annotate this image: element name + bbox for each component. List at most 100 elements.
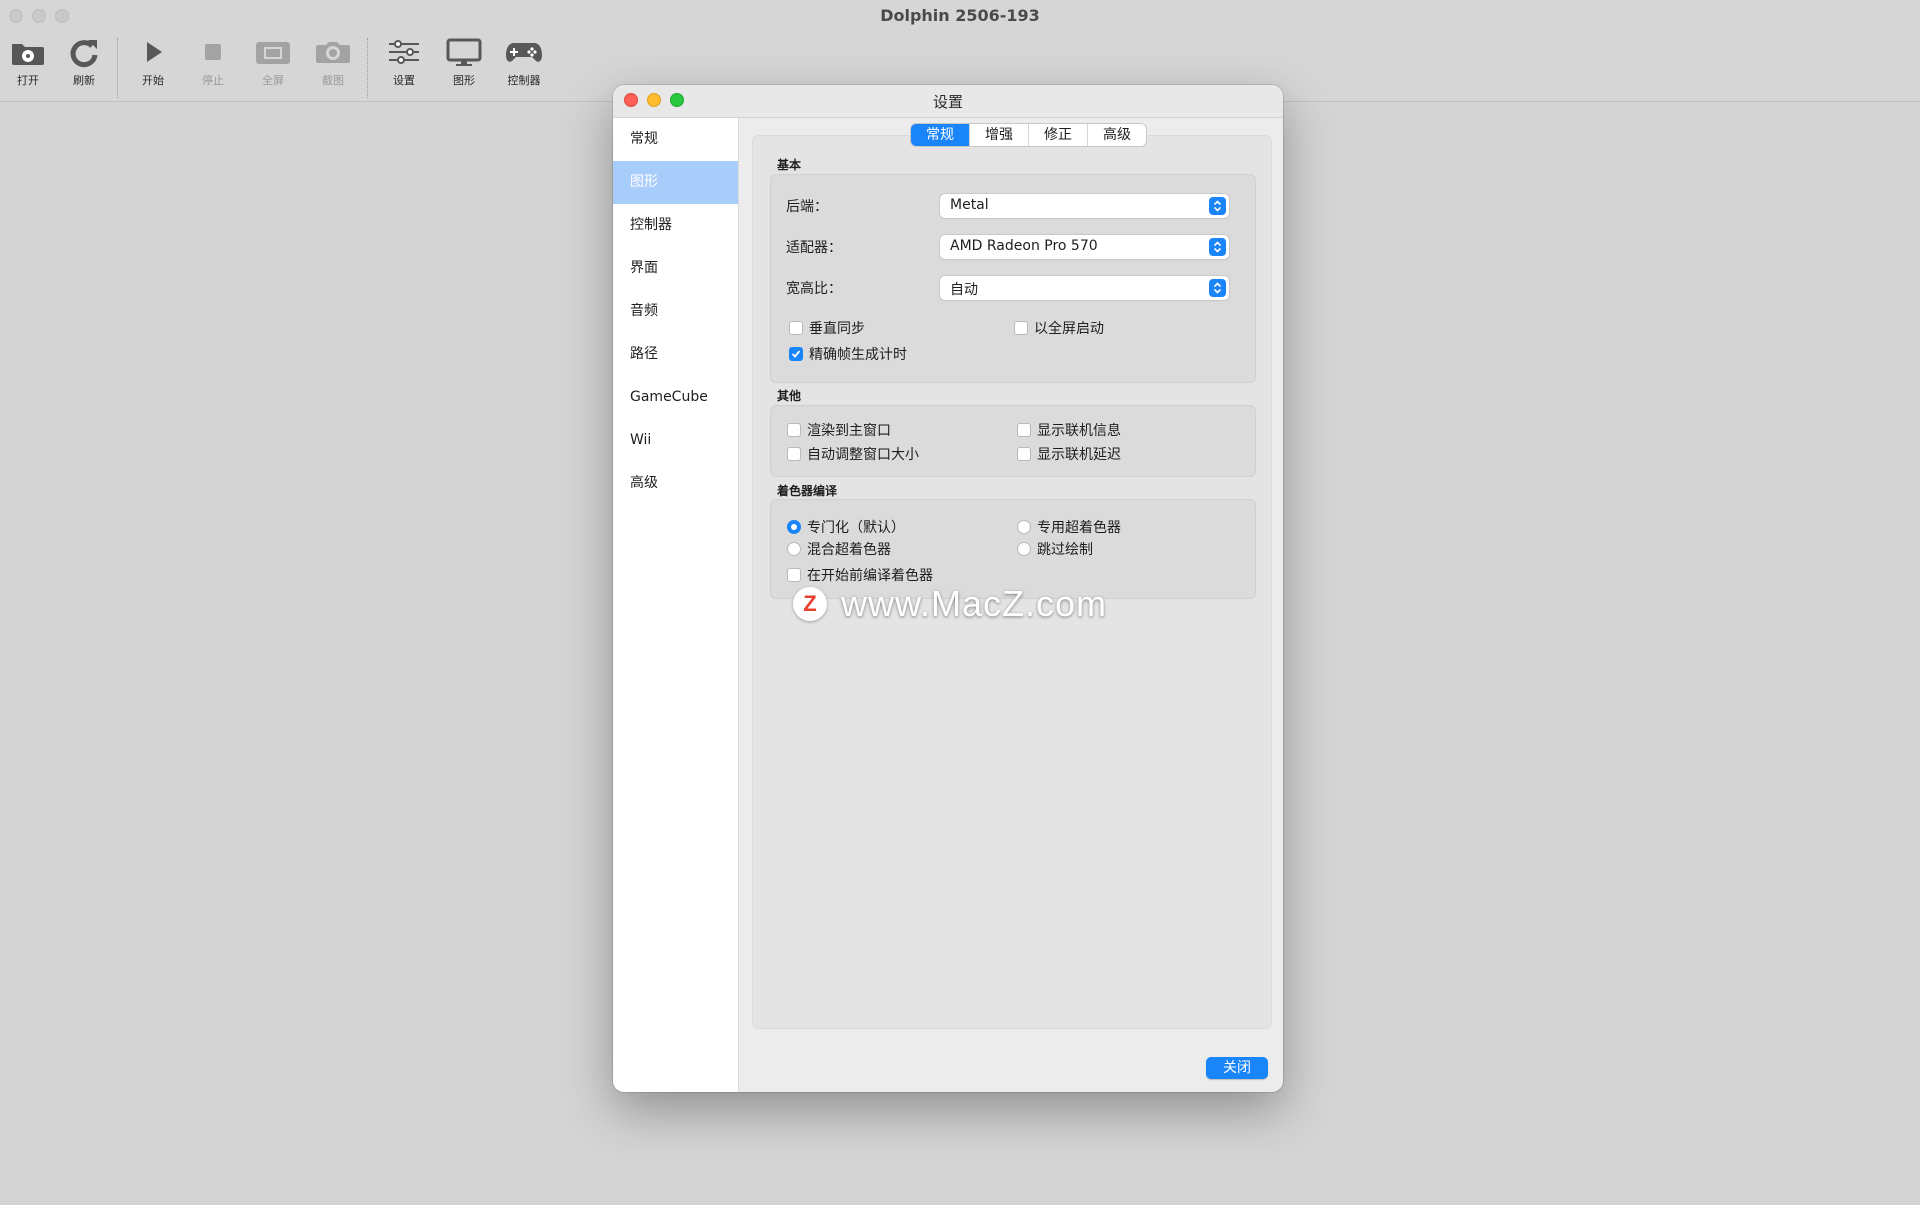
dialog-titlebar: 设置 <box>613 85 1283 118</box>
watermark-text: www.MacZ.com <box>841 583 1108 624</box>
settings-label: 设置 <box>393 74 415 87</box>
render-to-main-checkbox[interactable]: 渲染到主窗口 <box>787 420 891 440</box>
gamepad-icon <box>506 43 542 62</box>
stop-button[interactable]: 停止 <box>183 36 243 96</box>
stop-label: 停止 <box>202 74 224 87</box>
netplay-ping-label: 显示联机延迟 <box>1037 447 1121 463</box>
checkbox-box <box>1017 423 1031 437</box>
aspect-ratio-label: 宽高比： <box>786 281 842 297</box>
netplay-info-checkbox[interactable]: 显示联机信息 <box>1017 420 1121 440</box>
sidebar-item-general[interactable]: 常规 <box>613 118 738 161</box>
backend-value: Metal <box>950 197 989 213</box>
skip-drawing-radio[interactable]: 跳过绘制 <box>1017 539 1093 559</box>
start-fullscreen-label: 以全屏启动 <box>1034 321 1104 337</box>
hybrid-uber-radio[interactable]: 混合超着色器 <box>787 539 891 559</box>
checkbox-box <box>787 423 801 437</box>
exclusive-uber-radio[interactable]: 专用超着色器 <box>1017 517 1121 537</box>
hybrid-uber-label: 混合超着色器 <box>807 542 891 558</box>
backend-label: 后端： <box>786 199 828 215</box>
checkmark-icon <box>789 347 803 361</box>
aspect-ratio-value: 自动 <box>950 282 978 298</box>
fullscreen-label: 全屏 <box>262 74 284 87</box>
open-button[interactable]: 打开 <box>0 36 58 96</box>
monitor-icon <box>446 38 482 66</box>
graphics-tabs: 常规 增强 修正 高级 <box>910 123 1147 147</box>
sidebar-item-audio[interactable]: 音频 <box>613 290 738 333</box>
settings-sidebar: 常规 图形 控制器 界面 音频 路径 GameCube Wii 高级 <box>613 118 739 1092</box>
watermark-logo-icon: Z <box>793 587 827 621</box>
specialized-radio[interactable]: 专门化（默认） <box>787 517 905 537</box>
start-fullscreen-checkbox[interactable]: 以全屏启动 <box>1014 318 1104 338</box>
vsync-label: 垂直同步 <box>809 321 865 337</box>
start-label: 开始 <box>142 74 164 87</box>
tab-general[interactable]: 常规 <box>911 124 969 146</box>
checkbox-box <box>1014 321 1028 335</box>
adapter-value: AMD Radeon Pro 570 <box>950 238 1098 254</box>
screenshot-button[interactable]: 截图 <box>303 36 363 96</box>
dialog-title: 设置 <box>932 93 963 111</box>
other-group-box <box>770 405 1256 477</box>
toolbar: 打开 刷新 开始 停止 全屏 截图 设置 图形 控制器 <box>0 36 600 98</box>
checkbox-box <box>787 568 801 582</box>
radio-icon <box>787 542 801 556</box>
graphics-label: 图形 <box>453 74 475 87</box>
app-title: Dolphin 2506-193 <box>880 6 1040 25</box>
sidebar-item-wii[interactable]: Wii <box>613 419 738 462</box>
aspect-ratio-select[interactable]: 自动 <box>940 276 1229 300</box>
adapter-label: 适配器： <box>786 240 842 256</box>
radio-selected-icon <box>787 520 801 534</box>
close-button[interactable]: 关闭 <box>1206 1057 1268 1079</box>
start-button[interactable]: 开始 <box>123 36 183 96</box>
auto-resize-checkbox[interactable]: 自动调整窗口大小 <box>787 444 919 464</box>
chevron-updown-icon <box>1209 238 1226 256</box>
checkbox-box <box>1017 447 1031 461</box>
tab-advanced[interactable]: 高级 <box>1087 124 1146 146</box>
other-group-title: 其他 <box>777 389 802 403</box>
auto-resize-label: 自动调整窗口大小 <box>807 447 919 463</box>
compile-before-start-label: 在开始前编译着色器 <box>807 568 933 584</box>
open-label: 打开 <box>17 74 39 87</box>
graphics-button[interactable]: 图形 <box>434 36 494 96</box>
fullscreen-button[interactable]: 全屏 <box>243 36 303 96</box>
checkbox-box <box>787 447 801 461</box>
settings-button[interactable]: 设置 <box>374 36 434 96</box>
sidebar-item-interface[interactable]: 界面 <box>613 247 738 290</box>
tab-enhancements[interactable]: 增强 <box>969 124 1028 146</box>
open-disc-icon <box>12 44 44 65</box>
fullscreen-icon <box>256 42 290 64</box>
tab-hacks[interactable]: 修正 <box>1028 124 1087 146</box>
sidebar-item-controllers[interactable]: 控制器 <box>613 204 738 247</box>
precise-frame-timing-checkbox[interactable]: 精确帧生成计时 <box>789 344 907 364</box>
compile-before-start-checkbox[interactable]: 在开始前编译着色器 <box>787 565 933 585</box>
screenshot-label: 截图 <box>322 74 344 87</box>
refresh-button[interactable]: 刷新 <box>54 36 114 96</box>
exclusive-uber-label: 专用超着色器 <box>1037 520 1121 536</box>
adapter-select[interactable]: AMD Radeon Pro 570 <box>940 235 1229 259</box>
controllers-label: 控制器 <box>507 74 541 87</box>
specialized-label: 专门化（默认） <box>807 520 905 536</box>
netplay-info-label: 显示联机信息 <box>1037 423 1121 439</box>
sidebar-item-gamecube[interactable]: GameCube <box>613 376 738 419</box>
stop-icon <box>205 44 221 60</box>
watermark: Z www.MacZ.com <box>793 583 1107 625</box>
sidebar-item-advanced[interactable]: 高级 <box>613 462 738 505</box>
toolbar-separator <box>117 38 118 98</box>
play-icon <box>147 42 162 62</box>
sidebar-item-graphics[interactable]: 图形 <box>613 161 738 204</box>
precise-frame-timing-label: 精确帧生成计时 <box>809 347 907 363</box>
refresh-label: 刷新 <box>73 74 95 87</box>
radio-icon <box>1017 520 1031 534</box>
radio-icon <box>1017 542 1031 556</box>
sliders-icon <box>389 40 419 64</box>
checkbox-box <box>789 321 803 335</box>
netplay-ping-checkbox[interactable]: 显示联机延迟 <box>1017 444 1121 464</box>
sidebar-item-paths[interactable]: 路径 <box>613 333 738 376</box>
shader-group-title: 着色器编译 <box>777 484 838 498</box>
vsync-checkbox[interactable]: 垂直同步 <box>789 318 865 338</box>
chevron-updown-icon <box>1209 197 1226 215</box>
render-to-main-label: 渲染到主窗口 <box>807 423 891 439</box>
backend-select[interactable]: Metal <box>940 194 1229 218</box>
chevron-updown-icon <box>1209 279 1226 297</box>
basic-group-title: 基本 <box>777 158 802 172</box>
controllers-button[interactable]: 控制器 <box>494 36 554 96</box>
